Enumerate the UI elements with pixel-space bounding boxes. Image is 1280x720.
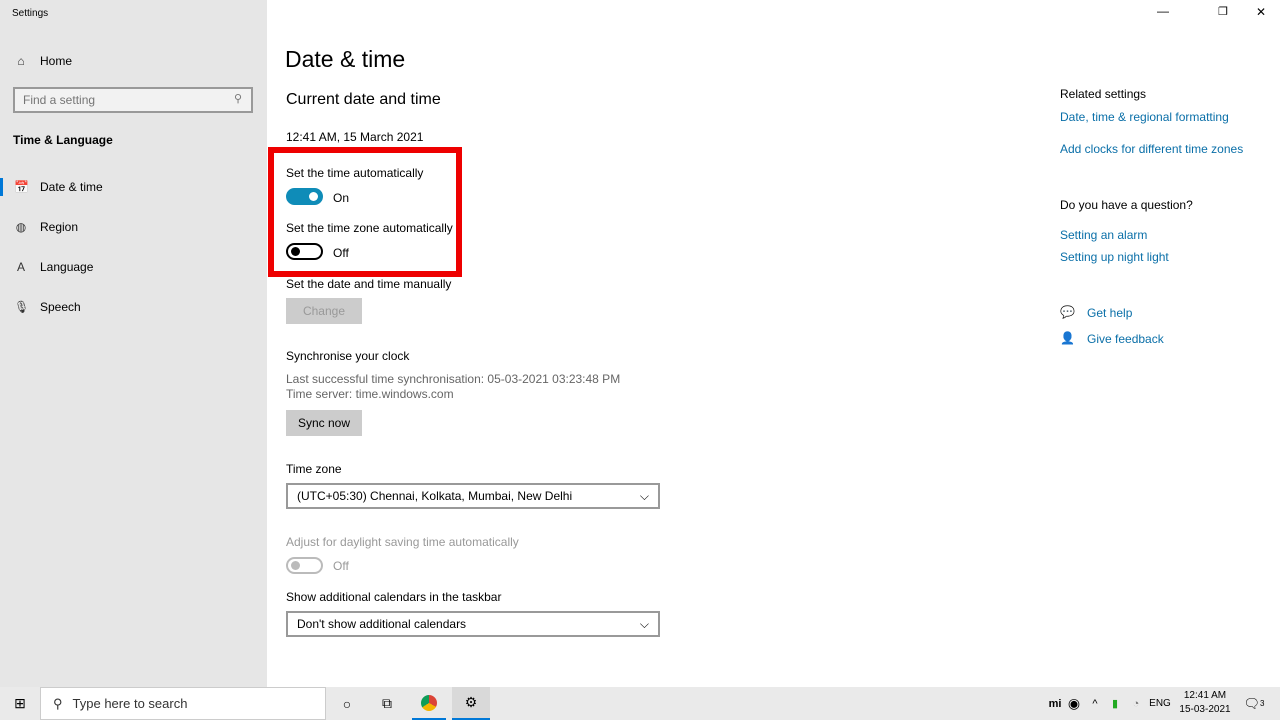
highlight-box (268, 147, 462, 277)
manual-label: Set the date and time manually (286, 277, 452, 291)
close-button[interactable]: ✕ (1256, 5, 1266, 19)
globe-icon: ◍ (15, 220, 27, 234)
windows-start-button[interactable]: ⊞ (0, 687, 40, 720)
chevron-down-icon: ⌵ (639, 488, 649, 503)
dst-state: Off (333, 559, 349, 573)
page-title: Date & time (285, 46, 406, 72)
change-button[interactable]: Change (286, 298, 362, 324)
clock[interactable]: 12:41 AM 15-03-2021 (1176, 689, 1234, 717)
app-tray-icon[interactable]: ◉ (1066, 687, 1082, 720)
sync-server: Time server: time.windows.com (286, 387, 454, 401)
calendar-value: Don't show additional calendars (297, 617, 467, 631)
mi-icon[interactable]: mi (1046, 687, 1064, 720)
item-label: Language (40, 260, 94, 274)
timezone-value: (UTC+05:30) Chennai, Kolkata, Mumbai, Ne… (297, 489, 573, 503)
calendar-select[interactable]: Don't show additional calendars ⌵ (286, 611, 660, 637)
section-title: Time & Language (13, 133, 113, 147)
restore-button[interactable]: ❐ (1218, 5, 1228, 18)
alarm-link[interactable]: Setting an alarm (1060, 228, 1147, 242)
add-clocks-link[interactable]: Add clocks for different time zones (1060, 142, 1243, 156)
calendar-clock-icon: 📅 (14, 180, 29, 194)
microphone-icon: 🎙 (14, 300, 30, 314)
give-feedback-link[interactable]: Give feedback (1087, 332, 1164, 346)
language-indicator[interactable]: ENG (1148, 687, 1172, 720)
battery-icon[interactable]: ▮ (1106, 687, 1124, 720)
calendar-label: Show additional calendars in the taskbar (286, 590, 502, 604)
sidebar-item-language[interactable]: A Language (0, 252, 267, 282)
home-icon: ⌂ (17, 54, 25, 68)
search-placeholder: Type here to search (72, 696, 188, 711)
night-light-link[interactable]: Setting up night light (1060, 250, 1169, 264)
dst-label: Adjust for daylight saving time automati… (286, 535, 519, 549)
timezone-label: Time zone (286, 462, 342, 476)
window-title: Settings (12, 8, 49, 19)
sidebar-item-date-time[interactable]: 📅 Date & time (0, 172, 267, 202)
search-icon: ⚲ (234, 93, 243, 105)
related-title: Related settings (1060, 87, 1147, 101)
language-icon: A (16, 260, 25, 274)
sidebar-item-region[interactable]: ◍ Region (0, 212, 267, 242)
item-label: Region (40, 220, 79, 234)
chrome-icon[interactable] (412, 687, 446, 720)
taskbar: ⊞ ⚲ Type here to search ○ ⧉ ⚙ mi ◉ ^ ▮ ◔ … (0, 687, 1280, 720)
home-label: Home (40, 54, 73, 68)
sync-title: Synchronise your clock (286, 349, 410, 363)
search-icon: ⚲ (53, 695, 63, 711)
current-datetime: 12:41 AM, 15 March 2021 (286, 130, 424, 144)
taskbar-search[interactable]: ⚲ Type here to search (40, 687, 326, 720)
sync-last: Last successful time synchronisation: 05… (286, 372, 621, 386)
minimize-button[interactable]: — (1157, 4, 1169, 18)
get-help-link[interactable]: Get help (1087, 306, 1132, 320)
timezone-select[interactable]: (UTC+05:30) Chennai, Kolkata, Mumbai, Ne… (286, 483, 660, 509)
settings-taskbar-icon[interactable]: ⚙ (452, 687, 490, 720)
sidebar-item-home[interactable]: ⌂ Home (0, 46, 267, 76)
sync-now-button[interactable]: Sync now (286, 410, 362, 436)
sidebar: Settings ⌂ Home ⚲ Time & Language 📅 Date &… (0, 0, 267, 687)
sidebar-item-speech[interactable]: 🎙 Speech (0, 292, 267, 322)
task-view-icon[interactable]: ⧉ (372, 687, 402, 720)
question-title: Do you have a question? (1060, 198, 1193, 212)
dst-toggle[interactable] (286, 557, 323, 574)
clock-date: 15-03-2021 (1179, 704, 1231, 715)
wifi-icon[interactable]: ◔ (1128, 687, 1144, 720)
chevron-down-icon: ⌵ (639, 616, 649, 631)
clock-time: 12:41 AM (1183, 690, 1227, 701)
section-heading: Current date and time (286, 91, 441, 108)
chevron-up-icon[interactable]: ^ (1088, 687, 1102, 720)
cortana-icon[interactable]: ○ (332, 687, 362, 720)
feedback-icon: 👤 (1060, 331, 1075, 345)
regional-formatting-link[interactable]: Date, time & regional formatting (1060, 110, 1229, 124)
notification-count: 3 (1260, 699, 1265, 708)
help-icon: 💬 (1060, 305, 1075, 319)
search-input[interactable] (13, 87, 253, 113)
item-label: Date & time (40, 180, 103, 194)
item-label: Speech (40, 300, 81, 314)
notifications-icon[interactable]: 🗨 3 (1242, 687, 1266, 720)
